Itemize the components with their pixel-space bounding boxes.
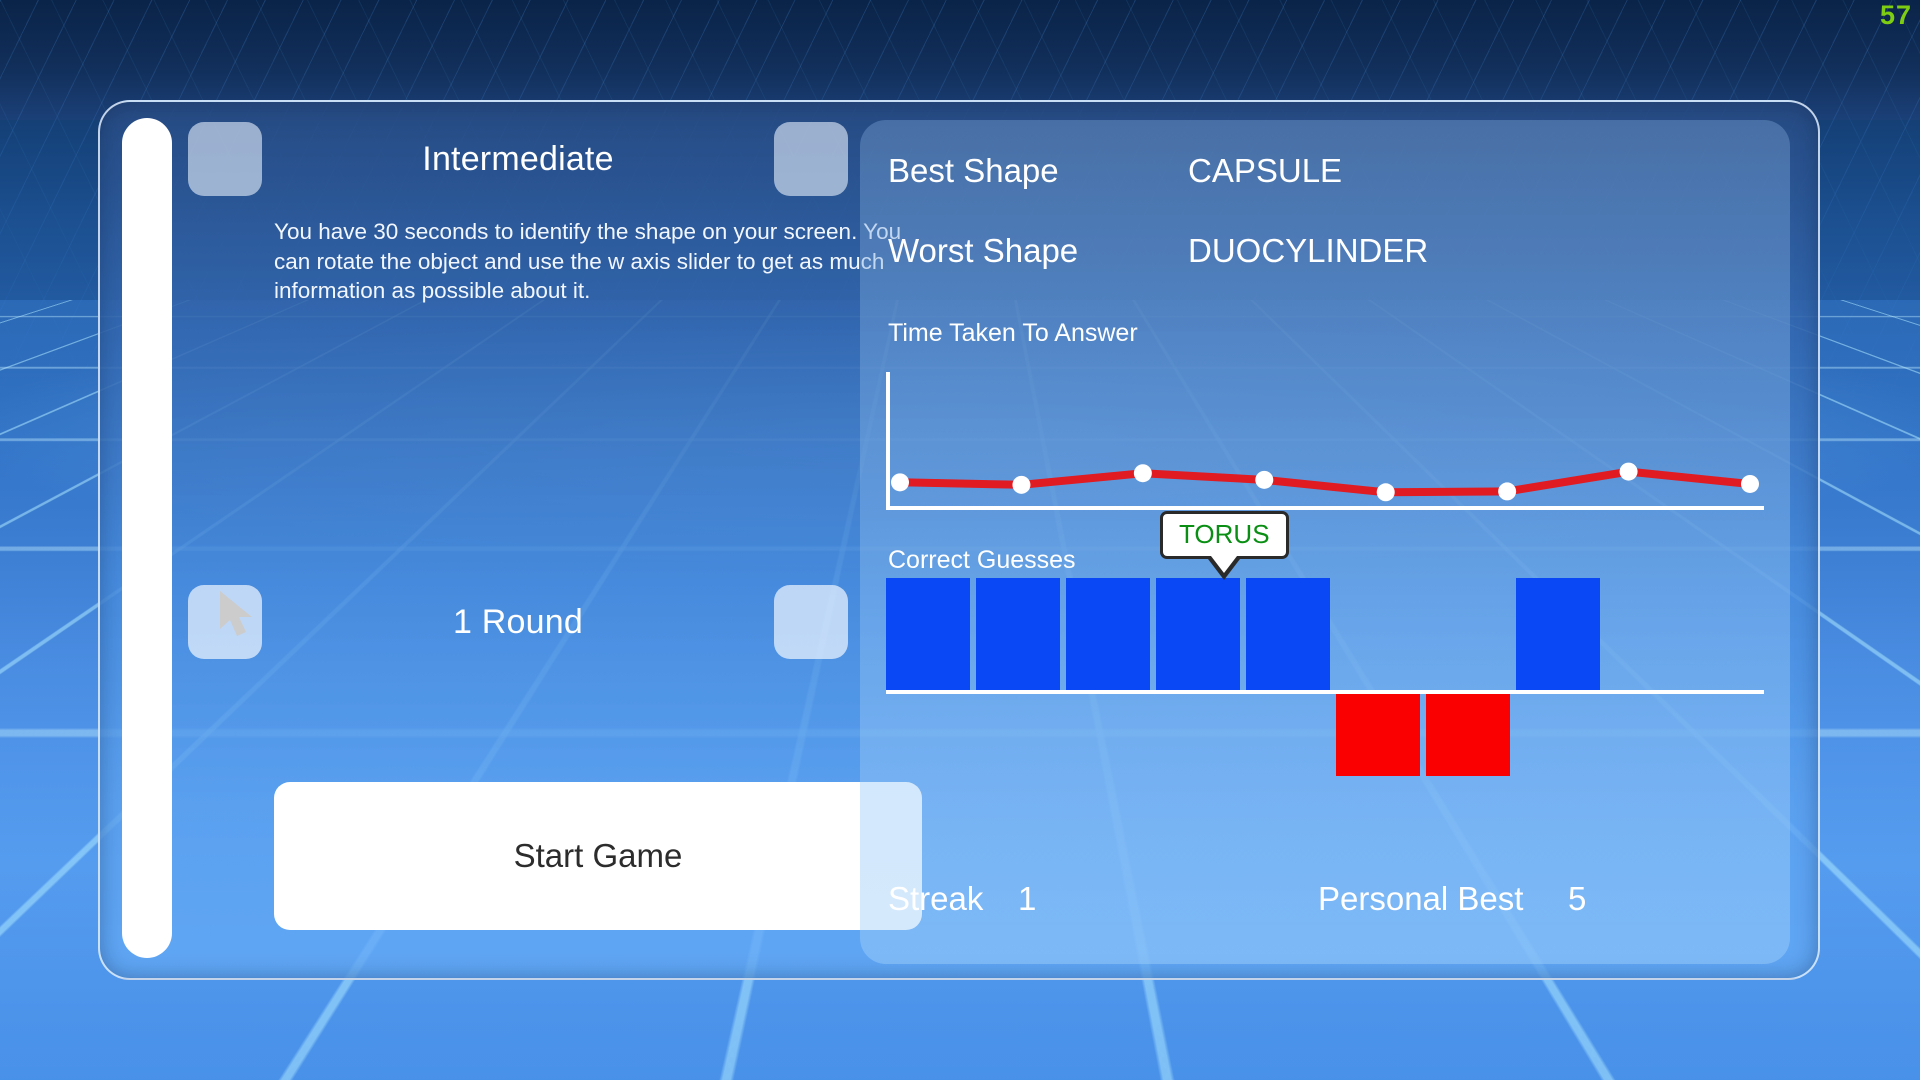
worst-shape-value: DUOCYLINDER (1188, 232, 1429, 269)
game-screen: 57 Intermediate You have 30 seconds to i… (0, 0, 1920, 1080)
difficulty-prev-button[interactable] (188, 122, 262, 196)
streak-label: Streak (888, 880, 984, 917)
difficulty-next-button[interactable] (774, 122, 848, 196)
stats-panel: Best Shape CAPSULE Worst Shape DUOCYLIND… (860, 120, 1790, 964)
personal-best-label: Personal Best (1318, 880, 1524, 917)
correct-guess-bar (1516, 578, 1600, 690)
correct-guess-bar (976, 578, 1060, 690)
data-point (1619, 462, 1638, 481)
rounds-prev-button[interactable] (188, 585, 262, 659)
best-shape-value: CAPSULE (1188, 152, 1343, 189)
settings-column: Intermediate You have 30 seconds to iden… (188, 102, 922, 978)
time-chart-title: Time Taken To Answer (888, 319, 1138, 347)
data-point (1133, 464, 1152, 483)
rounds-selector: 1 Round (188, 585, 848, 659)
personal-best-value: 5 (1568, 880, 1587, 917)
fps-counter: 57 (1879, 0, 1912, 30)
time-taken-line-chart (886, 372, 1764, 510)
data-point (1498, 482, 1517, 501)
data-point (1741, 474, 1759, 493)
incorrect-bars-group (886, 694, 1600, 804)
correct-guesses-bar-chart: TORUS (886, 511, 1764, 805)
correct-guess-bar (886, 578, 970, 690)
difficulty-label: Intermediate (422, 139, 614, 178)
worst-shape-label: Worst Shape (888, 232, 1079, 269)
bottom-stats-row: Streak 1 Personal Best 5 (888, 880, 1768, 918)
best-shape-label: Best Shape (888, 152, 1059, 189)
correct-guess-bar (1246, 578, 1330, 690)
correct-guess-bar (1156, 578, 1240, 690)
streak-value: 1 (1018, 880, 1037, 917)
incorrect-guess-bar (1426, 694, 1510, 776)
start-game-button[interactable]: Start Game (274, 782, 922, 930)
menu-panel: Intermediate You have 30 seconds to iden… (98, 100, 1820, 980)
data-point (891, 473, 909, 492)
data-point (1012, 475, 1031, 494)
shape-tooltip: TORUS (1160, 511, 1289, 559)
difficulty-description: You have 30 seconds to identify the shap… (274, 219, 902, 304)
correct-guess-bar (1066, 578, 1150, 690)
incorrect-guess-bar (1336, 694, 1420, 776)
rounds-next-button[interactable] (774, 585, 848, 659)
data-point (1376, 483, 1395, 502)
worst-shape-row: Worst Shape DUOCYLINDER (888, 232, 1768, 270)
best-shape-row: Best Shape CAPSULE (888, 152, 1768, 190)
w-axis-slider[interactable] (122, 118, 172, 958)
difficulty-selector: Intermediate (188, 122, 848, 196)
correct-guesses-title: Correct Guesses (888, 546, 1076, 574)
data-point (1255, 470, 1274, 489)
correct-bars-group (886, 575, 1600, 690)
rounds-label: 1 Round (453, 602, 583, 641)
